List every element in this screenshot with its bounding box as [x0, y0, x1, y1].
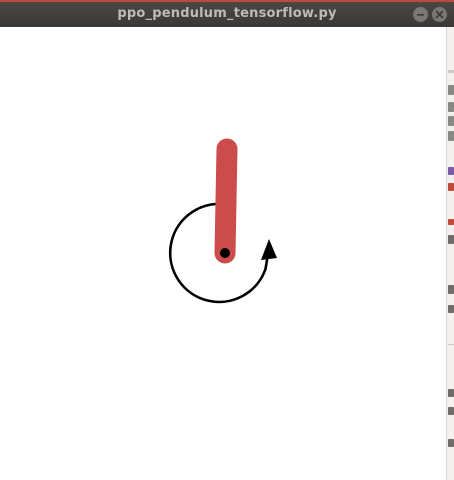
minimize-icon — [417, 14, 424, 16]
close-icon — [435, 10, 444, 19]
background-fragment — [448, 344, 454, 345]
window-title: ppo_pendulum_tensorflow.py — [117, 6, 337, 21]
background-window-edge[interactable] — [446, 27, 454, 480]
background-fragment — [448, 116, 454, 126]
desktop: ppo_pendulum_tensorflow.py — [0, 0, 454, 480]
background-fragment — [448, 131, 454, 141]
window-titlebar[interactable]: ppo_pendulum_tensorflow.py — [0, 0, 454, 27]
background-fragment — [448, 407, 454, 415]
pivot-point — [220, 248, 230, 258]
pendulum-render-canvas — [0, 27, 446, 480]
pendulum-rod — [214, 138, 238, 264]
background-fragment — [448, 439, 454, 447]
background-fragment — [448, 167, 454, 175]
background-fragment — [448, 235, 454, 244]
background-fragment — [448, 183, 454, 191]
background-fragment — [448, 70, 454, 73]
background-fragment — [448, 85, 454, 95]
background-fragment — [448, 389, 454, 397]
background-fragment — [448, 305, 454, 313]
minimize-button[interactable] — [413, 7, 428, 22]
background-fragment — [448, 219, 454, 225]
close-button[interactable] — [432, 7, 447, 22]
background-fragment — [448, 102, 454, 112]
background-fragment — [448, 285, 454, 294]
pendulum-scene — [168, 138, 277, 304]
